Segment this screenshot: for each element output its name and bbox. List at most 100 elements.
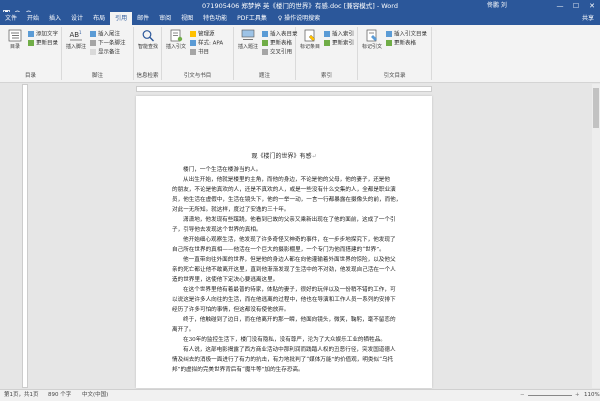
document-line-text: 他开始细心观察生活，他发现了许多奇怪又神奇的事件，在一步步地探究下，他发现了 — [183, 237, 396, 243]
document-line[interactable]: 情及纠去的消极一面进行了有力的抗击，有力地批判了“媒体万能”的价值观，明类似“乌… — [172, 356, 398, 364]
tab-2[interactable]: 插入 — [44, 12, 66, 25]
group-citations: 插入引文 管理源 样式: APA 书目 引文与书目 — [162, 27, 234, 80]
document-line[interactable]: 从出生开始，他就是楼里的主角，而他的身边，不论是他的父母，他的妻子，还是他 — [183, 176, 398, 184]
document-line[interactable]: 他一直带向往外面的世界，但是他的身边人都在向他灌输着外面世界的惊险，以及他父 — [183, 256, 398, 264]
update-toc-button[interactable]: 更新目录 — [28, 40, 58, 48]
document-line-text: 子，引导他去发现这个世界的真相。 — [172, 227, 262, 233]
document-page[interactable]: 观《楼门的世界》有感↵ 楼门，一个生活在楼游当的人。 从出生开始，他就是楼里的主角… — [136, 96, 432, 388]
mark-entry-icon — [304, 29, 316, 42]
zoom-plus-button[interactable]: + — [575, 390, 580, 401]
next-footnote-button[interactable]: 下一条脚注 — [90, 40, 126, 48]
group-label-footnotes: 脚注 — [91, 73, 103, 79]
close-button[interactable]: ✕ — [584, 0, 600, 12]
refresh-icon — [324, 40, 330, 46]
style-icon — [190, 40, 196, 46]
insert-tof-button[interactable]: 插入表目录 — [262, 31, 298, 39]
document-line[interactable]: 在30年的监控生活下，楼门没有隐私，没有尊严，沦为了大众娱乐工业的牺牲品。 — [183, 336, 398, 344]
insert-toa-icon — [386, 31, 392, 37]
document-line[interactable]: 潇潇地，他发现有些蹊跷，他看到已故的父亲又乘新出现在了他的面前，这成了一个引 — [183, 216, 398, 224]
svg-text:1: 1 — [79, 30, 82, 35]
group-research: 智能查找 信息检索 — [134, 27, 162, 80]
vertical-scrollbar[interactable] — [592, 84, 600, 388]
insert-citation-button[interactable]: 插入引文 — [164, 29, 188, 50]
vertical-ruler[interactable] — [22, 84, 28, 388]
word-count[interactable]: 890 个字 — [48, 390, 71, 401]
group-label-citations: 引文与书目 — [183, 73, 212, 79]
ribbon: 目录 添加文字 更新目录 目录 AB 1 插入脚注 插入尾注 下一条脚注 显示备注… — [0, 25, 600, 83]
insert-toa-button[interactable]: 插入引文目录 — [386, 31, 427, 39]
tab-3[interactable]: 设计 — [66, 12, 88, 25]
document-line[interactable]: 亲的死亡都让他不敢离开这里，直到他渐渐发现了生活中的不对劲，他发现自己活在一个人 — [172, 266, 398, 274]
insert-caption-button[interactable]: 插入题注 — [236, 29, 260, 50]
page-count[interactable]: 第1页，共1页 — [4, 390, 39, 401]
group-label-index: 索引 — [320, 73, 332, 79]
add-text-button[interactable]: 添加文字 — [28, 31, 58, 39]
language[interactable]: 中文(中国) — [82, 390, 108, 401]
tab-9[interactable]: 特色功能 — [198, 12, 232, 25]
tab-8[interactable]: 视图 — [176, 12, 198, 25]
maximize-button[interactable]: ☐ — [568, 0, 584, 12]
zoom-slider[interactable] — [528, 395, 572, 396]
document-line[interactable]: 邦”的虚拟的完美世界背后有“魔牛等”加的生存恐高。 — [172, 366, 398, 374]
tab-7[interactable]: 审阅 — [154, 12, 176, 25]
insert-footnote-button[interactable]: AB 1 插入脚注 — [64, 29, 88, 50]
document-line-text: 经历了许多可怕的事情，但这都没有使他放弃。 — [172, 307, 290, 313]
document-title[interactable]: 观《楼门的世界》有感↵ — [136, 152, 432, 161]
document-line-text: 造的世界里，这使他下定决心要逃离这里。 — [172, 277, 279, 283]
svg-text:AB: AB — [70, 31, 80, 39]
document-line-text: 自己所在世界的真相——他活在一个巨大的摄影棚里，一个专门为他而搭建的“世界”。 — [172, 247, 385, 253]
tab-0[interactable]: 文件 — [0, 12, 22, 25]
mark-entry-button[interactable]: 标记条目 — [298, 29, 322, 50]
smart-lookup-button[interactable]: 智能查找 — [136, 29, 160, 50]
document-line[interactable]: 离开了。 — [172, 326, 398, 334]
cross-reference-button[interactable]: 交叉引用 — [262, 49, 292, 57]
document-line[interactable]: 有人说，这部电影揭露了西方商业活动中那利润而践踏人权的丑恶行径，突发国道德人 — [183, 346, 398, 354]
manage-sources-button[interactable]: 管理源 — [190, 31, 215, 39]
document-line[interactable]: 造的世界里，这使他下定决心要逃离这里。 — [172, 276, 398, 284]
document-line[interactable]: 员，他生活在虚假中，生活在镜头下，他的一举一动，一言一行都暴露在摄像头的前，而他… — [172, 196, 398, 204]
mark-citation-button[interactable]: 标记引文 — [360, 29, 384, 50]
update-index-button[interactable]: 更新索引 — [324, 40, 354, 48]
share-button[interactable]: 共享 — [582, 12, 594, 25]
document-line-text: 终于，他触碰到了边日，而在他离开的那一瞬，他面向镜头，微笑，鞠躬，毫不留恋的 — [183, 317, 396, 323]
tell-me-search[interactable]: ♀ 操作说明搜索 — [272, 12, 320, 25]
document-line[interactable]: 对此一无所知。就这样，度过了安逸的三十年。 — [172, 206, 398, 214]
group-label-captions: 题注 — [258, 73, 270, 79]
paragraph-mark: ↵ — [311, 153, 317, 160]
document-line-text: 员，他生活在虚假中，生活在镜头下，他的一举一动，一言一行都暴露在摄像头的前，而他… — [172, 197, 398, 203]
document-line[interactable]: 他开始细心观察生活，他发现了许多奇怪又神奇的事件，在一步步地探究下，他发现了 — [183, 236, 398, 244]
tab-6[interactable]: 邮件 — [132, 12, 154, 25]
insert-index-icon — [324, 31, 330, 37]
horizontal-ruler[interactable] — [136, 86, 432, 92]
document-line[interactable]: 在这个世界里他有着最普的待家，体贴的妻子，很好的玩伴以及一份稍不错的工作，可 — [183, 286, 398, 294]
insert-index-button[interactable]: 插入索引 — [324, 31, 354, 39]
document-line[interactable]: 经历了许多可怕的事情，但这都没有使他放弃。 — [172, 306, 398, 314]
update-table-button[interactable]: 更新表格 — [262, 40, 292, 48]
zoom-minus-button[interactable]: − — [520, 390, 525, 401]
style-dropdown[interactable]: 样式: APA — [190, 40, 223, 48]
document-line-text: 他一直带向往外面的世界，但是他的身边人都在向他灌输着外面世界的惊险，以及他父 — [183, 257, 396, 263]
user-name[interactable]: 佟鹏 刘 — [487, 2, 507, 10]
document-line-text: 潇潇地，他发现有些蹊跷，他看到已故的父亲又乘新出现在了他的面前，这成了一个引 — [183, 217, 396, 223]
toc-button[interactable]: 目录 — [3, 29, 27, 50]
document-line[interactable]: 子，引导他去发现这个世界的真相。 — [172, 226, 398, 234]
tab-10[interactable]: PDF工具集 — [232, 12, 272, 25]
document-line[interactable]: 楼门，一个生活在楼游当的人。 — [183, 166, 398, 174]
scrollbar-thumb[interactable] — [593, 88, 599, 128]
show-notes-button[interactable]: 显示备注 — [90, 49, 120, 57]
insert-endnote-button[interactable]: 插入尾注 — [90, 31, 120, 39]
zoom-level[interactable]: 110% — [584, 390, 600, 401]
tab-5[interactable]: 引用 — [110, 12, 133, 25]
document-line[interactable]: 自己所在世界的真相——他活在一个巨大的摄影棚里，一个专门为他而搭建的“世界”。 — [172, 246, 398, 254]
next-footnote-icon — [90, 40, 96, 46]
document-line[interactable]: 以说这是许多人向往的生活，而在他逃离的过程中，他也在导演和工作人员一系列的安排下 — [172, 296, 398, 304]
minimize-button[interactable]: — — [552, 0, 568, 12]
document-line[interactable]: 的朋友，不论是他真欢的人，还是不真欢的人，或是一些没有什么交集的人，全都是职业演 — [172, 186, 398, 194]
document-line[interactable]: 终于，他触碰到了边日，而在他离开的那一瞬，他面向镜头，微笑，鞠躬，毫不留恋的 — [183, 316, 398, 324]
tab-4[interactable]: 布局 — [88, 12, 110, 25]
status-bar: 第1页，共1页 890 个字 中文(中国) − + 110% — [0, 389, 600, 401]
bibliography-button[interactable]: 书目 — [190, 49, 209, 57]
document-line-text: 有人说，这部电影揭露了西方商业活动中那利润而践踏人权的丑恶行径，突发国道德人 — [183, 347, 396, 353]
tab-1[interactable]: 开始 — [22, 12, 44, 25]
update-toa-button[interactable]: 更新表格 — [386, 40, 416, 48]
